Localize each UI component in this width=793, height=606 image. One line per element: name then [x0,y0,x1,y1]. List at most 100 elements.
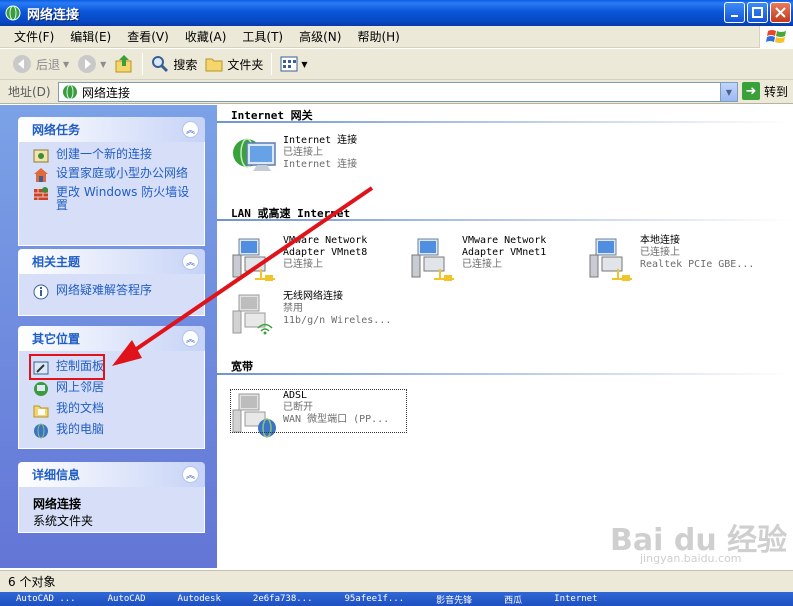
chevron-down-icon[interactable]: ▼ [100,60,106,69]
folders-label: 文件夹 [227,57,264,72]
task-setup-home-network[interactable]: 设置家庭或小型办公网络 [33,167,194,183]
firewall-icon [34,187,48,200]
address-input[interactable]: 网络连接 ▼ [58,82,738,102]
taskbar-item[interactable]: Internet [538,594,613,604]
window-title: 网络连接 [27,7,80,23]
back-label: 后退 [36,57,61,72]
connection-device: 11b/g/n Wireles... [283,315,392,326]
taskbar-item[interactable]: AutoCAD [92,594,162,604]
details-panel: 详细信息 ︽ 网络连接 系统文件夹 [18,462,205,533]
connection-name: 本地连接 [640,235,680,246]
close-icon [775,7,786,18]
place-network-neighborhood[interactable]: 网上邻居 [33,381,194,397]
connection-vmnet1[interactable]: VMware Network Adapter VMnet1 已连接上 [410,235,546,283]
connection-name-line2: Adapter VMnet8 [283,247,368,258]
windows-logo-icon [759,26,793,48]
chevron-up-icon: ︽ [185,126,195,136]
menu-view[interactable]: 查看(V) [119,26,177,48]
place-my-computer[interactable]: 我的电脑 [33,423,194,439]
taskbar-item[interactable]: 95afee1f... [329,594,421,604]
maximize-icon [752,7,763,18]
connection-name-line2: Adapter VMnet1 [462,247,547,258]
group-divider [217,373,793,375]
collapse-button[interactable]: ︽ [182,330,199,347]
task-firewall-settings[interactable]: 更改 Windows 防火墙设置 [33,186,194,212]
forward-button[interactable]: ▼ [73,51,110,77]
group-divider [217,121,793,123]
menu-file[interactable]: 文件(F) [6,26,62,48]
up-folder-button[interactable] [110,51,138,77]
taskbar-item[interactable]: 2e6fa738... [237,594,329,604]
group-divider [217,219,793,221]
taskbar-item[interactable]: AutoCAD ... [0,594,92,604]
annotation-highlight-box [29,354,105,380]
folders-button[interactable]: 文件夹 [201,51,267,77]
related-topics-header[interactable]: 相关主题 ︽ [18,249,205,274]
chevron-up-icon: ︽ [185,258,195,268]
other-places-header[interactable]: 其它位置 ︽ [18,326,205,351]
status-bar: 6 个对象 [0,570,793,592]
folder-icon [205,58,223,72]
baidu-watermark-url: jingyan.baidu.com [640,552,742,565]
details-header[interactable]: 详细信息 ︽ [18,462,205,487]
menu-tools[interactable]: 工具(T) [234,26,291,48]
address-dropdown-button[interactable]: ▼ [720,83,737,101]
collapse-button[interactable]: ︽ [182,466,199,483]
connection-adsl[interactable]: ADSL 已断开 WAN 微型端口 (PP... [230,389,407,438]
chevron-down-icon[interactable]: ▼ [63,60,69,69]
taskbar-item[interactable]: 影音先锋 [420,593,488,606]
back-button[interactable]: 后退 ▼ [8,51,73,77]
search-label: 搜索 [173,57,198,72]
maximize-button[interactable] [747,2,768,23]
connection-name: VMware Network [462,235,547,246]
details-type: 系统文件夹 [33,514,94,528]
chevron-down-icon[interactable]: ▼ [301,60,307,69]
title-bar[interactable]: 网络连接 [0,0,793,26]
connection-local-area[interactable]: 本地连接 已连接上 Realtek PCIe GBE... [588,235,754,283]
views-button[interactable]: ▼ [276,51,311,77]
up-folder-icon [115,55,132,73]
go-button[interactable]: ➜ 转到 [742,82,788,100]
search-icon [152,56,169,73]
new-connection-icon [33,149,49,163]
go-label: 转到 [764,84,789,99]
connection-name: Internet 连接 [283,135,358,146]
network-tasks-panel: 网络任务 ︽ 创建一个新的连接 设置家庭或小型办公网络 更改 Windows 防… [18,117,205,246]
toolbar: 后退 ▼ ▼ 搜索 文件夹 ▼ [0,49,793,80]
related-topics-panel: 相关主题 ︽ 网络疑难解答程序 [18,249,205,316]
broadband-connection-icon [232,393,276,438]
network-connections-icon [5,5,21,21]
address-value: 网络连接 [82,85,131,100]
taskbar-item[interactable]: 西瓜 [488,593,538,606]
collapse-button[interactable]: ︽ [182,121,199,138]
minimize-button[interactable] [724,2,745,23]
search-button[interactable]: 搜索 [147,51,201,77]
connection-internet[interactable]: Internet 连接 已连接上 Internet 连接 [231,135,357,183]
internet-gateway-icon [233,138,276,171]
menu-help[interactable]: 帮助(H) [349,26,407,48]
taskbar: AutoCAD ... AutoCAD Autodesk 2e6fa738...… [0,592,793,606]
task-network-troubleshooter[interactable]: 网络疑难解答程序 [33,284,194,300]
connection-name: 无线网络连接 [283,291,343,302]
connection-status: 已断开 [283,402,313,413]
menu-edit[interactable]: 编辑(E) [62,26,119,48]
place-my-documents[interactable]: 我的文档 [33,402,194,418]
panel-title: 网络任务 [32,123,81,137]
back-arrow-icon [13,55,31,73]
other-places-panel: 其它位置 ︽ 控制面板 网上邻居 我的文档 我的电脑 [18,326,205,449]
connection-device: Internet 连接 [283,159,358,170]
connection-status: 已连接上 [283,259,323,270]
task-create-connection[interactable]: 创建一个新的连接 [33,148,194,164]
taskbar-item[interactable]: Autodesk [162,594,237,604]
collapse-button[interactable]: ︽ [182,253,199,270]
connection-wireless[interactable]: 无线网络连接 禁用 11b/g/n Wireles... [231,291,391,339]
connection-vmnet8[interactable]: VMware Network Adapter VMnet8 已连接上 [231,235,367,283]
panel-title: 相关主题 [32,255,81,269]
menu-favorites[interactable]: 收藏(A) [177,26,235,48]
views-grid-icon [280,56,298,72]
panel-title: 详细信息 [32,468,81,482]
network-tasks-header[interactable]: 网络任务 ︽ [18,117,205,142]
connection-device: WAN 微型端口 (PP... [283,414,390,425]
close-button[interactable] [770,2,791,23]
menu-advanced[interactable]: 高级(N) [291,26,349,48]
